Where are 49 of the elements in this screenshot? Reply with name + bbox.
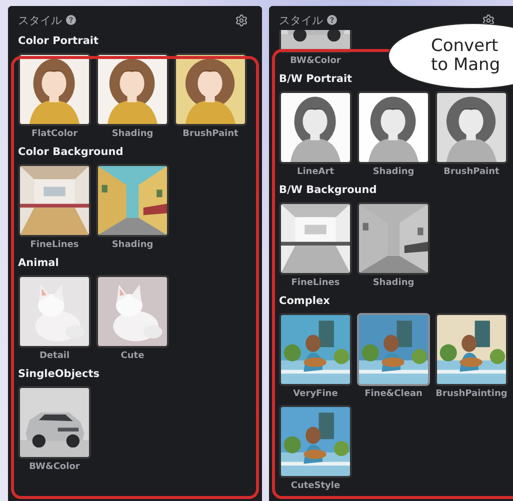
style-option[interactable] xyxy=(96,53,169,126)
style-option[interactable] xyxy=(357,313,430,386)
panel-title: スタイル xyxy=(279,12,323,28)
style-option[interactable] xyxy=(435,313,508,386)
section-heading: SingleObjects xyxy=(18,368,101,380)
help-icon[interactable] xyxy=(66,15,76,25)
style-label: Shading xyxy=(372,278,414,288)
style-label: Shading xyxy=(112,129,154,139)
help-icon[interactable] xyxy=(327,15,337,25)
section-heading: Color Portrait xyxy=(18,35,100,47)
style-option[interactable] xyxy=(435,91,508,164)
section-heading: Color Background xyxy=(18,146,124,158)
style-label: CuteStyle xyxy=(290,481,340,491)
section-heading: Complex xyxy=(279,295,331,307)
style-label: FineLines xyxy=(30,240,79,250)
style-label: Shading xyxy=(112,240,154,250)
style-option[interactable] xyxy=(357,91,430,164)
callout-text: Convert to Mang xyxy=(431,37,500,75)
style-label: BW&Color xyxy=(290,56,341,66)
style-option[interactable] xyxy=(96,164,169,237)
style-label: VeryFine xyxy=(293,389,338,399)
style-label: Fine&Clean xyxy=(364,389,422,399)
style-label: FineLines xyxy=(291,278,340,288)
style-option[interactable] xyxy=(18,386,91,459)
style-option[interactable] xyxy=(279,313,352,386)
style-label: BrushPaint xyxy=(444,167,500,177)
section-heading: B/W Background xyxy=(279,184,378,196)
settings-icon[interactable] xyxy=(235,14,248,26)
section-heading: B/W Portrait xyxy=(279,73,354,85)
style-label: BW&Color xyxy=(29,462,80,472)
style-option[interactable] xyxy=(279,405,352,478)
panel-title: スタイル xyxy=(18,12,62,28)
style-option[interactable] xyxy=(18,164,91,237)
settings-icon[interactable] xyxy=(482,14,495,26)
style-option[interactable] xyxy=(18,275,91,348)
section-heading: Animal xyxy=(18,257,60,269)
style-label: LineArt xyxy=(296,167,334,177)
style-label: FlatColor xyxy=(31,129,78,139)
style-label: Cute xyxy=(120,351,144,361)
style-label: Shading xyxy=(372,167,414,177)
style-option[interactable] xyxy=(174,53,247,126)
style-label: BrushPainting xyxy=(436,389,508,399)
style-option[interactable] xyxy=(357,202,430,275)
style-label: BrushPaint xyxy=(182,129,238,139)
style-option[interactable] xyxy=(279,202,352,275)
style-label: Detail xyxy=(39,351,70,361)
style-option[interactable] xyxy=(18,53,91,126)
style-option[interactable] xyxy=(96,275,169,348)
style-option[interactable] xyxy=(279,91,352,164)
